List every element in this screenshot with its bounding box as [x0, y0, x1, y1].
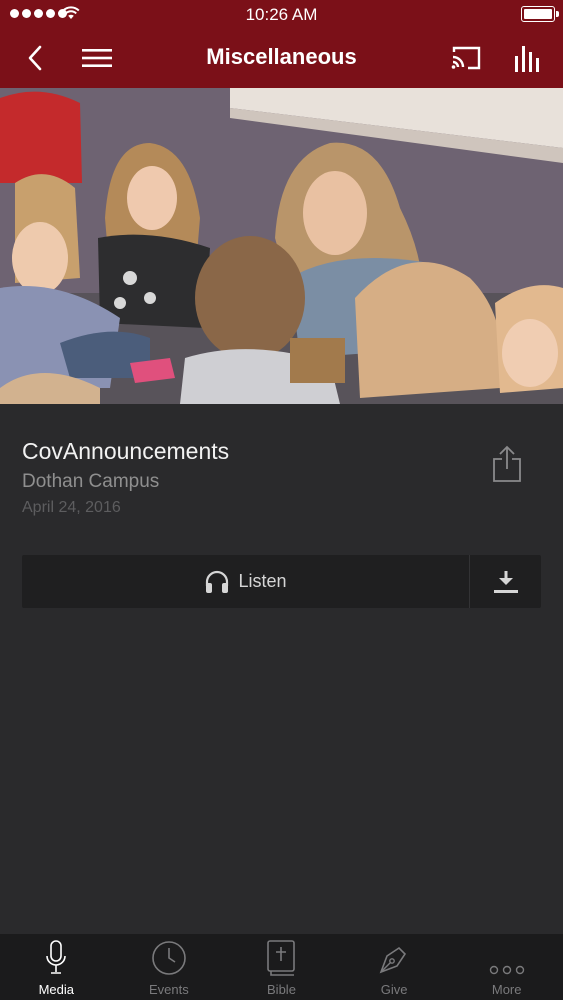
- cast-button[interactable]: [448, 28, 484, 88]
- media-action-bar: Listen: [22, 555, 541, 608]
- tab-label: Events: [149, 982, 189, 997]
- microphone-icon: [46, 940, 67, 974]
- tab-label: Give: [380, 982, 408, 997]
- download-button[interactable]: [470, 555, 541, 608]
- status-time: 10:26 AM: [245, 5, 318, 24]
- cast-icon: [451, 46, 481, 70]
- tab-give[interactable]: Give: [338, 934, 451, 1000]
- listen-label: Listen: [238, 571, 287, 591]
- media-campus: Dothan Campus: [22, 471, 160, 492]
- listen-button[interactable]: Listen: [22, 555, 469, 608]
- headphones-icon: [206, 570, 229, 593]
- tab-label: Bible: [267, 982, 296, 997]
- tab-media[interactable]: Media: [0, 934, 113, 1000]
- download-icon: [493, 570, 518, 593]
- share-button[interactable]: [488, 442, 526, 486]
- bible-icon: [267, 940, 296, 976]
- tab-label: Media: [38, 982, 74, 997]
- tab-events[interactable]: Events: [113, 934, 226, 1000]
- media-title: CovAnnouncements: [22, 438, 230, 464]
- clock-icon: [152, 941, 186, 975]
- battery-icon: [521, 6, 559, 22]
- tab-bar: Media Events Bible Give More: [0, 934, 563, 1000]
- share-icon: [493, 445, 521, 482]
- equalizer-icon: [515, 46, 539, 72]
- tab-more[interactable]: More: [450, 934, 563, 1000]
- media-details: CovAnnouncements Dothan Campus April 24,…: [0, 404, 563, 934]
- media-thumbnail-image: [0, 88, 563, 404]
- audio-levels-button[interactable]: [510, 28, 544, 88]
- navigation-bar: Miscellaneous: [0, 28, 563, 88]
- more-dots-icon: [489, 965, 524, 975]
- tab-label: More: [491, 982, 522, 997]
- status-bar: 10:26 AM: [0, 0, 563, 28]
- tab-bible[interactable]: Bible: [225, 934, 338, 1000]
- pen-nib-icon: [379, 946, 407, 974]
- media-date: April 24, 2016: [22, 499, 121, 516]
